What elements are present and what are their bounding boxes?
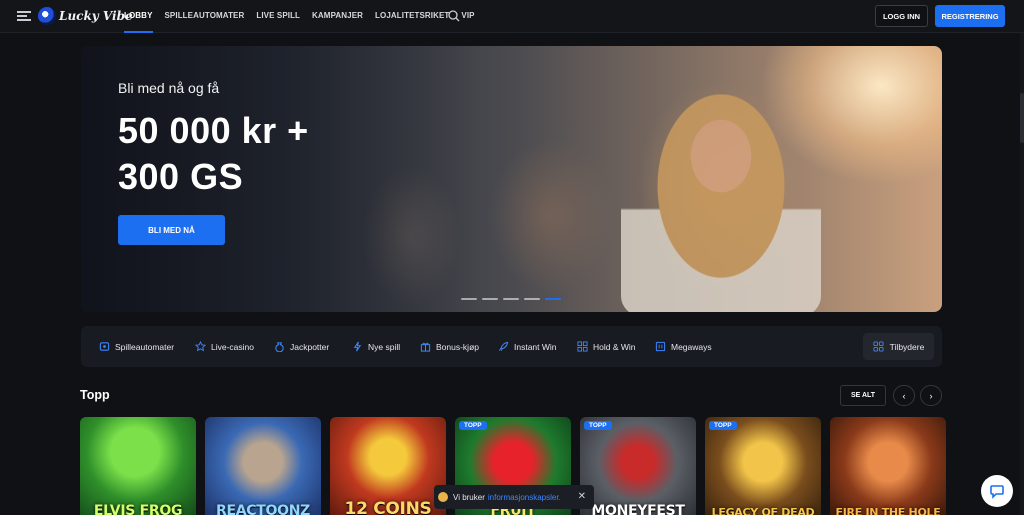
main-nav: LOBBY SPILLEAUTOMATER LIVE SPILL KAMPANJ… xyxy=(124,0,487,33)
moneybag-icon xyxy=(275,342,284,352)
scrollbar-thumb[interactable] xyxy=(1020,93,1024,143)
game-tile-reactoonz[interactable]: REACTOONZ xyxy=(205,417,321,515)
category-label: Megaways xyxy=(671,341,712,352)
category-label: Nye spill xyxy=(368,341,401,352)
nav-lobby[interactable]: LOBBY xyxy=(124,0,153,33)
join-now-button[interactable]: BLI MED NÅ xyxy=(118,215,225,245)
game-tile-legacy-of-dead[interactable]: TOPP LEGACY OF DEAD xyxy=(705,417,821,515)
top-badge: TOPP xyxy=(459,421,487,430)
category-label: Spilleautomater xyxy=(115,341,175,352)
category-bar: Spilleautomater Live-casino Jackpotter N… xyxy=(81,326,942,367)
hero-woman-image xyxy=(621,76,821,312)
chat-button[interactable] xyxy=(981,475,1013,507)
category-label: Bonus-kjøp xyxy=(436,341,479,352)
providers-button[interactable]: Tilbydere xyxy=(863,333,934,360)
category-slots[interactable]: Spilleautomater xyxy=(99,326,174,367)
game-tile-elvis-frog[interactable]: ELVIS FROG xyxy=(80,417,196,515)
category-megaways[interactable]: Megaways xyxy=(655,326,712,367)
category-live-casino[interactable]: Live-casino xyxy=(195,326,254,367)
game-tile-12-coins[interactable]: 12 COINS xyxy=(330,417,446,515)
hero-title-line2: 300 GS xyxy=(118,156,244,197)
section-title-top: Topp xyxy=(80,388,110,402)
site-logo[interactable]: Lucky Vibe xyxy=(38,6,133,26)
hero-title: 50 000 kr + 300 GS xyxy=(118,108,309,200)
logo-emblem-icon xyxy=(38,7,56,25)
logo-text: Lucky Vibe xyxy=(59,9,133,23)
chat-bubble-icon xyxy=(990,485,1004,499)
carousel-dot[interactable] xyxy=(461,298,477,300)
slot-machine-icon xyxy=(99,342,110,351)
game-title: FIRE IN THE HOLE xyxy=(835,506,941,515)
category-label: Hold & Win xyxy=(593,341,636,352)
hamburger-menu-icon[interactable] xyxy=(17,11,31,21)
star-icon xyxy=(195,341,206,352)
cookie-text: Vi bruker xyxy=(453,492,485,502)
game-tile-fire-in-the-hole[interactable]: FIRE IN THE HOLE xyxy=(830,417,946,515)
hero-banner[interactable]: Bli med nå og få 50 000 kr + 300 GS BLI … xyxy=(81,46,942,312)
game-title: MONEYFEST xyxy=(591,503,685,515)
game-title: LEGACY OF DEAD xyxy=(711,506,815,515)
nav-live-games[interactable]: LIVE SPILL xyxy=(256,0,300,33)
cookie-notice: Vi bruker informasjonskapsler. ✕ xyxy=(434,485,594,509)
slot-icon xyxy=(655,341,666,352)
carousel-indicators xyxy=(461,298,561,300)
register-button[interactable]: REGISTRERING xyxy=(935,5,1005,27)
hero-subtitle: Bli med nå og få xyxy=(118,80,220,96)
category-bonus-buy[interactable]: Bonus-kjøp xyxy=(420,326,479,367)
carousel-next-button[interactable]: › xyxy=(920,385,942,406)
game-title: ELVIS FROG xyxy=(93,503,183,515)
chevron-left-icon: ‹ xyxy=(902,390,906,401)
top-badge: TOPP xyxy=(584,421,612,430)
top-badge: TOPP xyxy=(709,421,737,430)
hero-title-line1: 50 000 kr + xyxy=(118,110,309,151)
gift-icon xyxy=(420,342,431,352)
carousel-dot[interactable] xyxy=(524,298,540,300)
login-button[interactable]: LOGG INN xyxy=(875,5,928,27)
carousel-prev-button[interactable]: ‹ xyxy=(893,385,915,406)
top-navigation-bar: Lucky Vibe LOBBY SPILLEAUTOMATER LIVE SP… xyxy=(0,0,1024,33)
search-icon[interactable] xyxy=(448,10,460,22)
chevron-right-icon: › xyxy=(929,390,933,401)
carousel-dot-active[interactable] xyxy=(545,298,561,300)
category-new-games[interactable]: Nye spill xyxy=(352,326,400,367)
category-instant-win[interactable]: Instant Win xyxy=(498,326,557,367)
category-label: Jackpotter xyxy=(290,341,330,352)
nav-campaigns[interactable]: KAMPANJER xyxy=(312,0,363,33)
nav-slots[interactable]: SPILLEAUTOMATER xyxy=(165,0,245,33)
lightning-icon xyxy=(353,341,362,352)
providers-label: Tilbydere xyxy=(889,341,925,352)
category-label: Live-casino xyxy=(211,341,254,352)
providers-grid-icon xyxy=(873,341,884,352)
nav-vip[interactable]: VIP xyxy=(461,0,474,33)
cookie-icon xyxy=(438,492,448,502)
game-title: REACTOONZ xyxy=(216,503,310,515)
page-scrollbar[interactable] xyxy=(1020,33,1024,515)
close-icon[interactable]: ✕ xyxy=(578,491,586,502)
category-label: Instant Win xyxy=(514,341,557,352)
rocket-icon xyxy=(498,341,509,351)
carousel-dot[interactable] xyxy=(482,298,498,300)
category-jackpots[interactable]: Jackpotter xyxy=(274,326,329,367)
see-all-button[interactable]: SE ALT xyxy=(840,385,886,406)
carousel-dot[interactable] xyxy=(503,298,519,300)
cookie-link[interactable]: informasjonskapsler. xyxy=(488,493,561,502)
game-title: 12 COINS xyxy=(344,499,432,515)
category-hold-and-win[interactable]: Hold & Win xyxy=(577,326,636,367)
nav-loyalty[interactable]: LOJALITETSRIKET xyxy=(375,0,449,33)
game-tile-moneyfest[interactable]: TOPP MONEYFEST xyxy=(580,417,696,515)
grid-icon xyxy=(577,341,588,352)
